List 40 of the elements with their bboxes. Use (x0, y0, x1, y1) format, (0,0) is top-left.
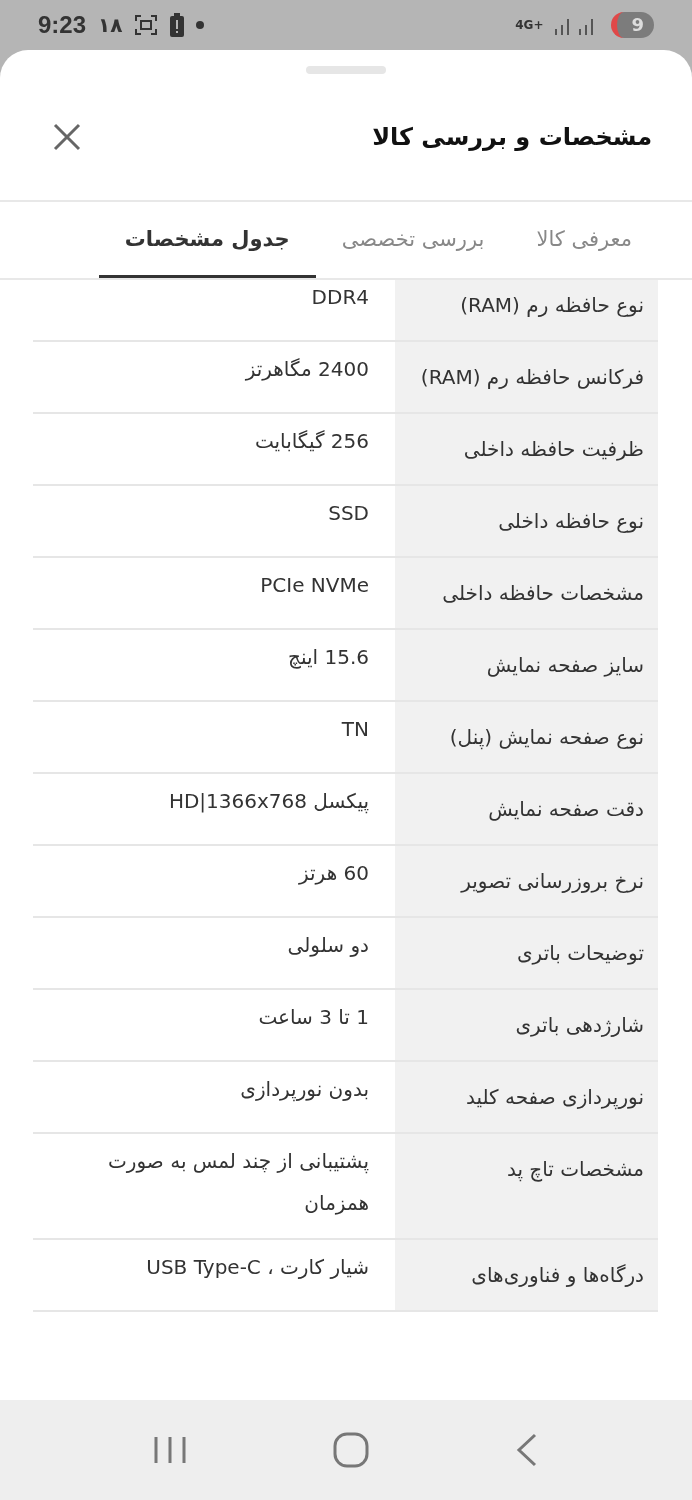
spec-label: ظرفیت حافظه داخلی (395, 414, 658, 484)
spec-label: درگاه‌ها و فناوری‌های (395, 1240, 658, 1310)
spec-label: نوع صفحه نمایش (پنل) (395, 702, 658, 772)
dot-icon (196, 21, 205, 29)
sheet-title: مشخصات و بررسی کالا (372, 123, 652, 151)
spec-value: SSD (327, 500, 370, 527)
spec-label: نرخ بروزرسانی تصویر (395, 846, 658, 916)
spec-value: PCIe NVMe (259, 572, 370, 599)
spec-label: مشخصات تاچ پد (395, 1134, 658, 1238)
spec-label: نوع حافظه داخلی (395, 486, 658, 556)
spec-label: دقت صفحه نمایش (395, 774, 658, 844)
spec-label: شارژدهی باتری (395, 990, 658, 1060)
spec-value: 15.6 اینچ (287, 644, 370, 671)
tab[interactable]: معرفی کالا (510, 202, 658, 278)
spec-value: 256 گیگابایت (253, 428, 370, 455)
spec-label: نوع حافظه رم (RAM) (395, 280, 658, 340)
spec-value: پیکسل HD|1366x768 (167, 788, 370, 816)
spec-value: بدون نورپردازی (239, 1076, 370, 1104)
battery-level: 9 (611, 12, 654, 38)
spec-value: 60 هرتز (297, 860, 370, 887)
spec-value: پشتیبانی از چند لمس به صورت همزمان (107, 1148, 370, 1217)
drag-handle[interactable] (306, 66, 386, 74)
spec-label: سایز صفحه نمایش (395, 630, 658, 700)
spec-value: TN (340, 716, 370, 743)
spec-value: DDR4 (310, 284, 370, 311)
spec-value: شیار کارت ، USB Type-C (145, 1254, 370, 1281)
spec-value: دو سلولی (286, 932, 370, 959)
spec-label: فرکانس حافظه رم (RAM) (395, 342, 658, 412)
status-time: 9:23 (38, 11, 87, 39)
spec-label: نورپردازی صفحه کلید (395, 1062, 658, 1132)
screenshot-icon (134, 14, 159, 36)
tab[interactable]: جدول مشخصات (98, 202, 316, 278)
spec-label: توضیحات باتری (395, 918, 658, 988)
spec-value: 2400 مگاهرتز (244, 356, 370, 383)
tab[interactable]: بررسی تخصصی (315, 202, 511, 278)
notification-count: ١٨ (98, 13, 123, 37)
network-label: 4G+ (515, 18, 544, 32)
battery-alert-icon (170, 13, 185, 37)
spec-value: 1 تا 3 ساعت (257, 1004, 370, 1031)
spec-label: مشخصات حافظه داخلی (395, 558, 658, 628)
